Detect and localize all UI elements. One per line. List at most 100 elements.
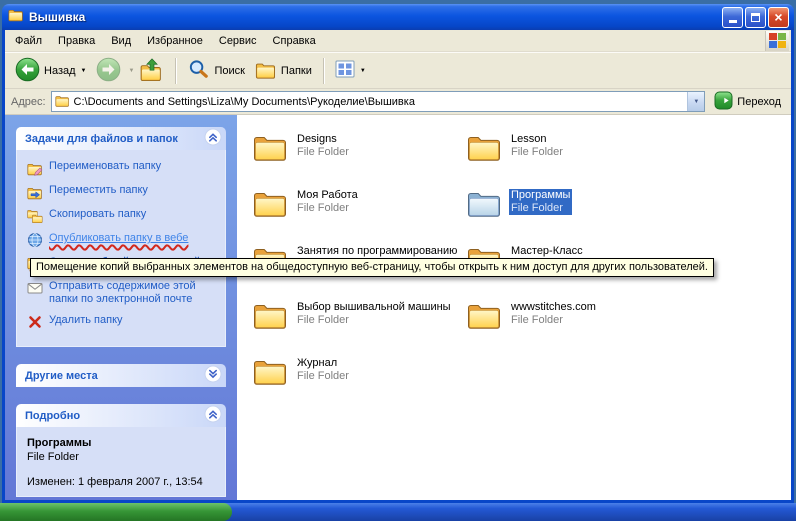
minimize-button[interactable]	[722, 7, 743, 28]
move-folder-icon	[27, 184, 43, 200]
address-input[interactable]	[74, 96, 684, 108]
menu-tools[interactable]: Сервис	[211, 32, 265, 50]
file-name: Выбор вышивальной машины	[297, 301, 451, 313]
task-move-folder[interactable]: Переместить папку	[27, 184, 217, 200]
publish-web-icon	[27, 232, 43, 248]
file-type: File Folder	[511, 146, 563, 158]
search-icon	[187, 58, 210, 84]
close-button[interactable]: ×	[768, 7, 789, 28]
file-type: File Folder	[297, 146, 349, 158]
explorer-window: Вышивка × Файл Правка Вид Избранное Серв…	[2, 4, 794, 503]
details-selected-name: Программы	[27, 437, 217, 449]
menu-favorites[interactable]: Избранное	[139, 32, 211, 50]
panel-header-other-places[interactable]: Другие места	[16, 364, 226, 387]
folder-icon-selected	[467, 189, 501, 237]
menu-bar: Файл Правка Вид Избранное Сервис Справка	[5, 30, 791, 52]
address-label: Адрес:	[11, 96, 46, 108]
views-icon	[335, 59, 355, 82]
folder-icon	[253, 301, 287, 349]
task-publish-folder-web[interactable]: Опубликовать папку в вебе	[27, 232, 217, 248]
window-folder-icon	[8, 7, 24, 27]
taskbar[interactable]	[0, 503, 796, 521]
menu-view[interactable]: Вид	[103, 32, 139, 50]
start-button[interactable]	[0, 503, 232, 521]
chevron-up-icon[interactable]	[204, 128, 222, 149]
folder-icon	[253, 357, 287, 405]
file-type: File Folder	[297, 370, 349, 382]
file-name: Мастер-Класс	[511, 245, 583, 257]
go-button[interactable]: Переход	[710, 91, 785, 113]
file-name: Программы	[511, 189, 570, 201]
task-rename-folder[interactable]: Переименовать папку	[27, 160, 217, 176]
panel-header-tasks[interactable]: Задачи для файлов и папок	[16, 127, 226, 150]
file-name: Журнал	[297, 357, 337, 369]
folders-button[interactable]: Папки	[251, 57, 316, 84]
address-dropdown-button[interactable]: ▼	[687, 92, 704, 111]
email-folder-icon	[27, 280, 43, 296]
address-bar: Адрес: ▼ Переход	[5, 89, 791, 115]
file-tile-vybor-mashiny[interactable]: Выбор вышивальной машины File Folder	[251, 297, 465, 353]
forward-button[interactable]	[92, 55, 125, 87]
details-modified-date: Изменен: 1 февраля 2007 г., 13:54	[27, 476, 217, 488]
file-tile-moya-rabota[interactable]: Моя Работа File Folder	[251, 185, 465, 241]
address-combobox[interactable]: ▼	[51, 91, 706, 112]
file-type: File Folder	[511, 314, 563, 326]
panel-other-places: Другие места	[16, 364, 226, 387]
search-label: Поиск	[214, 65, 244, 77]
folder-icon	[253, 133, 287, 181]
file-tile-programmy-selected[interactable]: Программы File Folder	[465, 185, 679, 241]
menu-edit[interactable]: Правка	[50, 32, 103, 50]
window-title: Вышивка	[29, 10, 722, 24]
chevron-down-icon[interactable]	[204, 365, 222, 386]
task-delete-folder[interactable]: Удалить папку	[27, 314, 217, 330]
title-bar[interactable]: Вышивка ×	[2, 4, 794, 30]
folder-icon	[467, 301, 501, 349]
back-arrow-icon	[15, 57, 40, 85]
forward-dropdown-caret[interactable]: ▼	[128, 68, 134, 74]
task-email-folder[interactable]: Отправить содержимое этой папки по элект…	[27, 280, 217, 306]
file-tile-designs[interactable]: Designs File Folder	[251, 129, 465, 185]
desktop: Вышивка × Файл Правка Вид Избранное Серв…	[0, 0, 796, 521]
file-list[interactable]: Designs File Folder Lesson File Folder М…	[237, 115, 791, 500]
forward-arrow-icon	[96, 57, 121, 85]
maximize-button[interactable]	[745, 7, 766, 28]
windows-logo-icon	[765, 31, 789, 51]
file-type: File Folder	[297, 314, 349, 326]
folder-icon	[467, 133, 501, 181]
file-tile-zhurnal[interactable]: Журнал File Folder	[251, 353, 465, 409]
file-name: Lesson	[511, 133, 546, 145]
content-area: Задачи для файлов и папок	[5, 115, 791, 500]
file-name: Designs	[297, 133, 337, 145]
file-type: File Folder	[297, 202, 349, 214]
publish-tooltip: Помещение копий выбранных элементов на о…	[30, 258, 714, 277]
rename-folder-icon	[27, 160, 43, 176]
panel-title: Задачи для файлов и папок	[25, 133, 178, 145]
search-button[interactable]: Поиск	[183, 56, 248, 86]
file-type: File Folder	[511, 202, 563, 214]
task-pane-sidebar: Задачи для файлов и папок	[5, 115, 237, 500]
file-tile-lesson[interactable]: Lesson File Folder	[465, 129, 679, 185]
back-label: Назад	[44, 65, 76, 77]
toolbar: Назад ▼ ▼	[5, 52, 791, 89]
copy-folder-icon	[27, 208, 43, 224]
go-icon	[714, 91, 733, 113]
views-button[interactable]: ▼	[331, 57, 370, 84]
up-button[interactable]	[136, 56, 168, 86]
menu-help[interactable]: Справка	[265, 32, 324, 50]
delete-folder-icon	[27, 314, 43, 330]
panel-title: Подробно	[25, 410, 80, 422]
panel-header-details[interactable]: Подробно	[16, 404, 226, 427]
back-dropdown-caret[interactable]: ▼	[81, 68, 87, 74]
task-copy-folder[interactable]: Скопировать папку	[27, 208, 217, 224]
file-tile-wwwstitches[interactable]: wwwstitches.com File Folder	[465, 297, 679, 353]
file-name: Моя Работа	[297, 189, 358, 201]
panel-details: Подробно Программы File Folder	[16, 404, 226, 497]
panel-title: Другие места	[25, 370, 98, 382]
menu-file[interactable]: Файл	[7, 32, 50, 50]
views-dropdown-caret[interactable]: ▼	[360, 68, 366, 74]
file-name: Занятия по программированию	[297, 245, 457, 257]
go-label: Переход	[737, 96, 781, 108]
up-folder-icon	[140, 58, 164, 84]
chevron-up-icon[interactable]	[204, 405, 222, 426]
back-button[interactable]: Назад ▼	[11, 55, 90, 87]
